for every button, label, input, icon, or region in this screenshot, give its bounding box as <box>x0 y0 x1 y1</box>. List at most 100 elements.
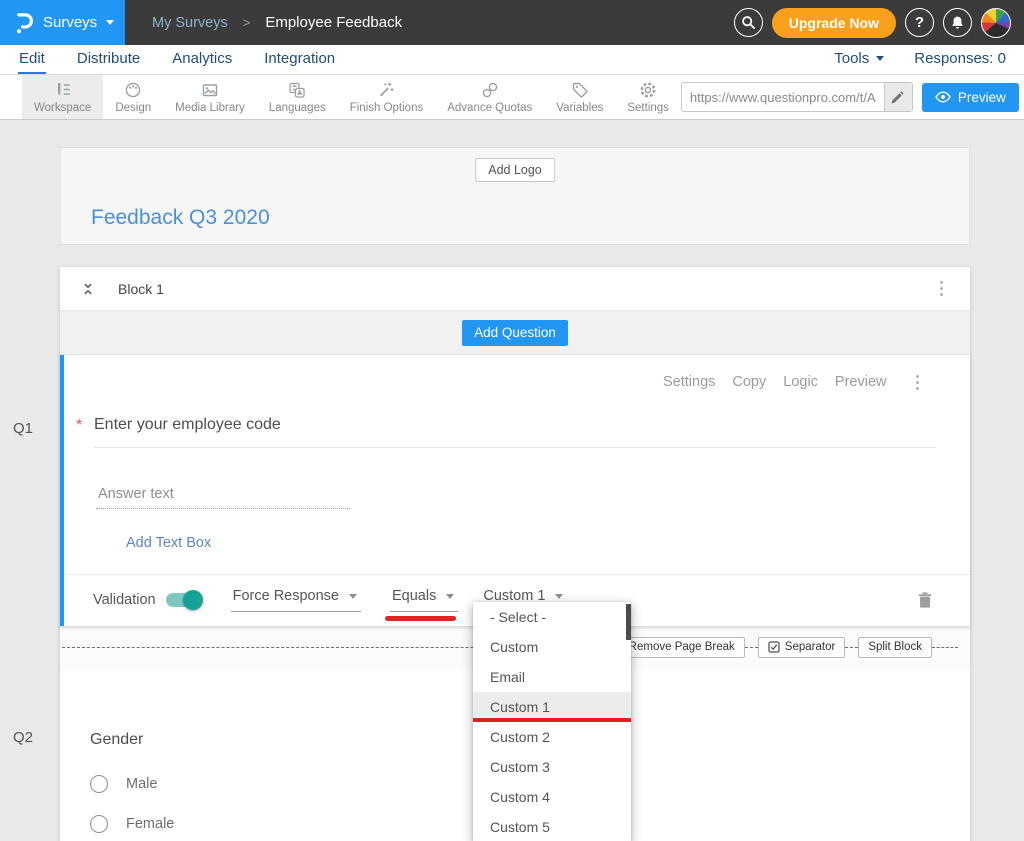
toolbar-item-variables[interactable]: Variables <box>544 75 615 119</box>
menu-item-custom-1[interactable]: Custom 1 <box>473 692 631 722</box>
edit-url-button[interactable] <box>884 83 912 111</box>
question-actions: Settings Copy Logic Preview <box>64 355 970 396</box>
eye-icon <box>935 91 951 103</box>
bell-icon <box>950 15 965 31</box>
notifications-button[interactable] <box>943 8 972 37</box>
menu-item-custom-4[interactable]: Custom 4 <box>473 782 631 812</box>
pencil-icon <box>891 90 905 104</box>
answer-text-input[interactable] <box>96 484 350 509</box>
toolbar-item-media-library[interactable]: Media Library <box>163 75 257 119</box>
chevron-down-icon <box>106 20 114 25</box>
block-header: Block 1 <box>60 267 970 311</box>
validation-label: Validation <box>93 592 156 608</box>
radio-button-male[interactable] <box>90 775 108 793</box>
add-text-box-link[interactable]: Add Text Box <box>126 535 211 551</box>
tab-analytics[interactable]: Analytics <box>171 46 233 74</box>
tab-distribute[interactable]: Distribute <box>76 46 141 74</box>
trash-icon <box>918 592 932 608</box>
question-settings-link[interactable]: Settings <box>663 374 715 390</box>
toolbar-item-advance-quotas[interactable]: Advance Quotas <box>435 75 544 119</box>
chevron-down-icon <box>876 56 884 61</box>
menu-item-custom-5[interactable]: Custom 5 <box>473 812 631 841</box>
question-number-q1: Q1 <box>13 420 33 437</box>
question-kebab-menu-icon[interactable] <box>913 369 923 396</box>
media-library-icon <box>200 80 220 100</box>
question-text-row: * Enter your employee code <box>76 416 936 448</box>
tab-integration[interactable]: Integration <box>263 46 336 74</box>
toolbar-item-languages[interactable]: Languages <box>257 75 338 119</box>
toolbar-item-settings[interactable]: Settings <box>615 75 681 119</box>
search-icon <box>741 15 756 30</box>
question-preview-link[interactable]: Preview <box>835 374 887 390</box>
survey-header-card: Add Logo Feedback Q3 2020 <box>60 147 970 245</box>
question-text[interactable]: Enter your employee code <box>94 416 936 448</box>
chevron-down-icon <box>555 594 563 599</box>
operator-dropdown[interactable]: Equals <box>390 588 458 612</box>
collapse-block-button[interactable] <box>81 281 95 297</box>
survey-title[interactable]: Feedback Q3 2020 <box>91 206 270 230</box>
help-button[interactable]: ? <box>905 8 934 37</box>
search-button[interactable] <box>734 8 763 37</box>
radio-button-female[interactable] <box>90 815 108 833</box>
survey-url-input[interactable] <box>682 83 884 111</box>
top-header: Surveys My Surveys > Employee Feedback U… <box>0 0 1024 45</box>
question-copy-link[interactable]: Copy <box>732 374 766 390</box>
breadcrumb-separator: > <box>243 15 251 30</box>
settings-icon <box>638 80 658 100</box>
upgrade-now-button[interactable]: Upgrade Now <box>772 8 896 38</box>
delete-validation-button[interactable] <box>918 592 932 608</box>
question-number-q2: Q2 <box>13 729 33 746</box>
chevron-down-icon <box>349 594 357 599</box>
languages-icon <box>287 80 307 100</box>
question-card-q1: Settings Copy Logic Preview * Enter your… <box>60 355 970 626</box>
finish-options-icon <box>376 80 396 100</box>
design-icon <box>123 80 143 100</box>
advance-quotas-icon <box>480 80 500 100</box>
toggle-knob <box>183 590 203 610</box>
question-logic-link[interactable]: Logic <box>783 374 818 390</box>
add-question-button[interactable]: Add Question <box>462 320 568 346</box>
toolbar-item-finish-options[interactable]: Finish Options <box>338 75 436 119</box>
preview-button[interactable]: Preview <box>922 83 1019 112</box>
survey-tab-bar: Edit Distribute Analytics Integration To… <box>0 45 1024 75</box>
breadcrumb: My Surveys > Employee Feedback <box>152 0 402 45</box>
questionpro-logo-icon <box>13 11 34 35</box>
toolbar-item-workspace[interactable]: Workspace <box>22 75 103 119</box>
variables-icon <box>570 80 590 100</box>
split-block-button[interactable]: Split Block <box>858 637 932 658</box>
header-actions: Upgrade Now ? <box>734 0 1024 45</box>
separator-button[interactable]: Separator <box>758 637 846 658</box>
menu-item-select[interactable]: - Select - <box>473 602 631 632</box>
avatar[interactable] <box>981 8 1011 38</box>
tools-label: Tools <box>834 50 869 67</box>
menu-item-custom-2[interactable]: Custom 2 <box>473 722 631 752</box>
add-logo-button[interactable]: Add Logo <box>475 158 555 182</box>
force-response-dropdown[interactable]: Force Response <box>231 588 361 612</box>
block-kebab-menu-icon[interactable] <box>937 275 947 302</box>
chevron-down-icon <box>446 594 454 599</box>
surveys-product-menu[interactable]: Surveys <box>0 0 125 45</box>
help-icon: ? <box>915 14 924 31</box>
required-marker: * <box>76 416 94 448</box>
add-question-strip: Add Question <box>60 311 970 355</box>
block-title: Block 1 <box>118 281 164 297</box>
workspace-icon <box>53 80 73 100</box>
menu-item-email[interactable]: Email <box>473 662 631 692</box>
breadcrumb-current-survey: Employee Feedback <box>265 14 402 31</box>
surveys-menu-label: Surveys <box>43 14 97 31</box>
menu-scrollbar[interactable] <box>626 604 631 640</box>
collapse-vertical-icon <box>81 281 95 297</box>
survey-url-group <box>681 82 913 112</box>
menu-item-custom-3[interactable]: Custom 3 <box>473 752 631 782</box>
validation-value-menu: - Select - Custom Email Custom 1 Custom … <box>473 602 631 841</box>
validation-toggle[interactable] <box>166 593 200 607</box>
checkbox-checked-icon <box>768 641 780 653</box>
responses-count: Responses: 0 <box>914 50 1006 67</box>
toolbar-item-design[interactable]: Design <box>103 75 163 119</box>
menu-item-custom[interactable]: Custom <box>473 632 631 662</box>
tab-edit[interactable]: Edit <box>18 46 46 74</box>
breadcrumb-my-surveys[interactable]: My Surveys <box>152 15 228 31</box>
tab-bar-right: Tools Responses: 0 <box>834 50 1006 74</box>
editor-toolbar: Workspace Design Media Library Languages… <box>0 75 1024 120</box>
tools-menu[interactable]: Tools <box>834 50 884 67</box>
